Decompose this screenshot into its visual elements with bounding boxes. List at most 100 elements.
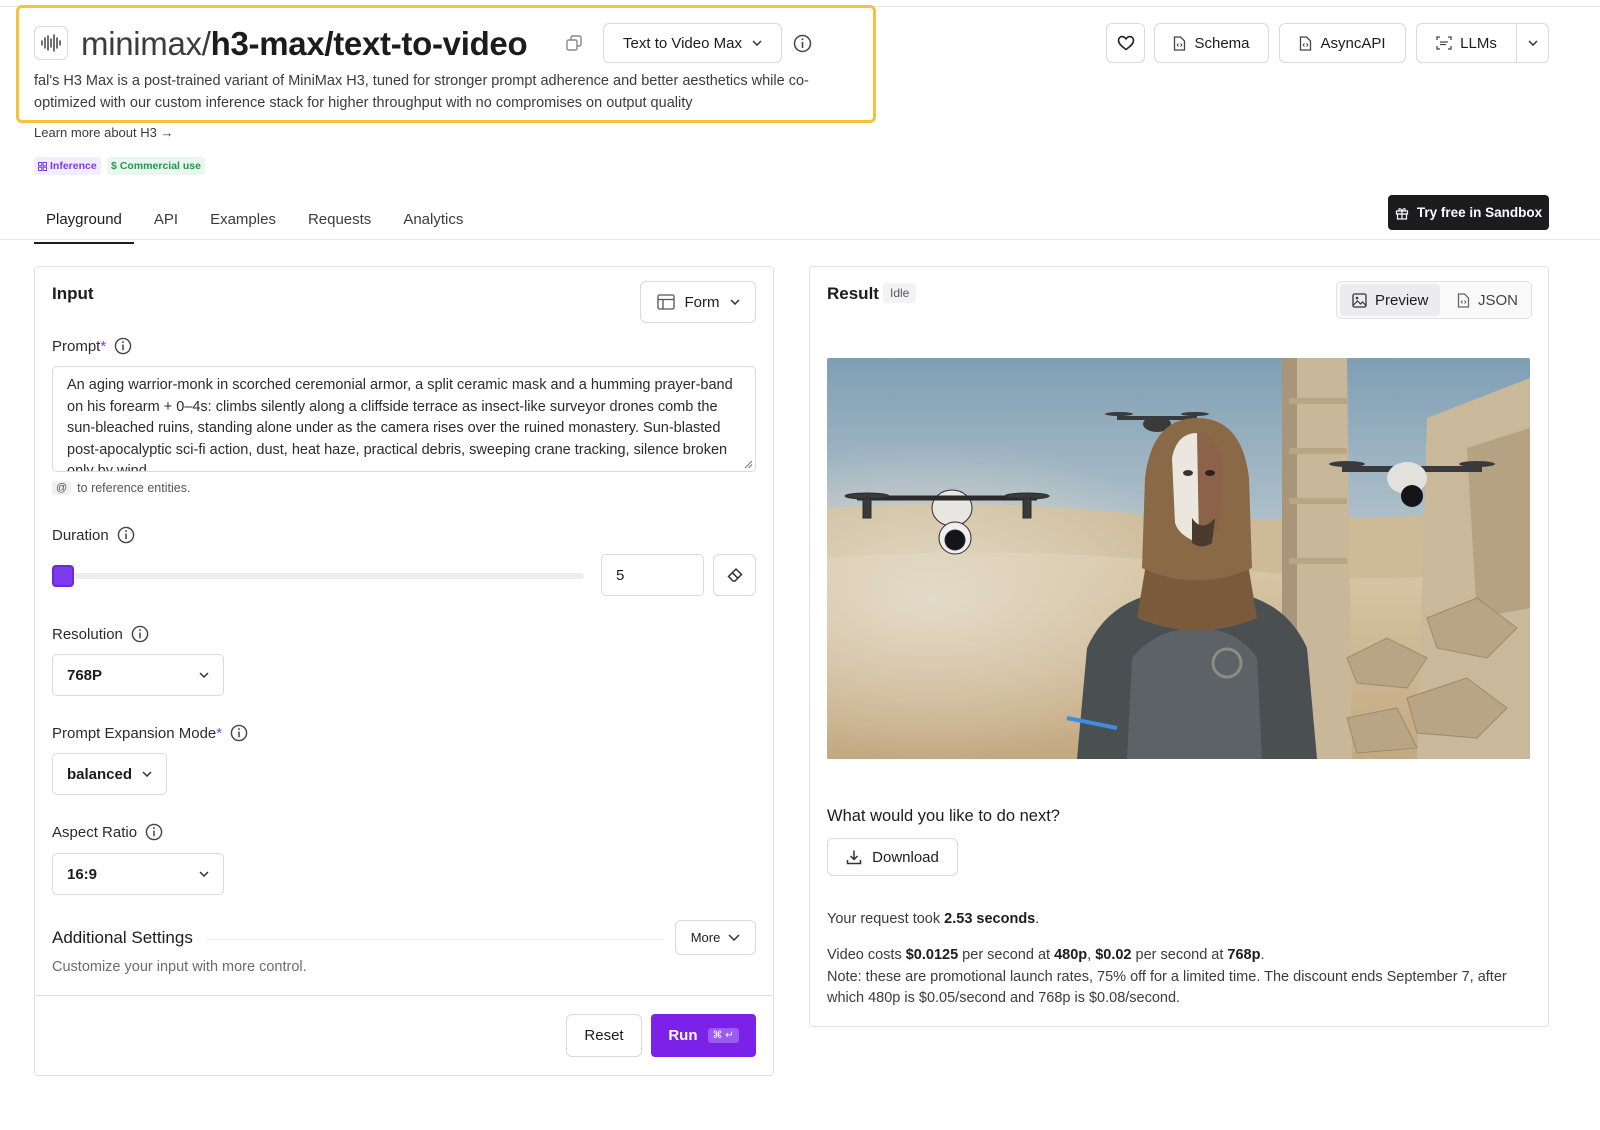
chevron-down-icon: [1527, 40, 1538, 46]
aspect-ratio-label-text: Aspect Ratio: [52, 823, 138, 841]
tab-playground[interactable]: Playground: [34, 200, 134, 244]
pricing-text: Video costs: [827, 947, 906, 963]
chevron-down-icon: [729, 299, 740, 305]
chevron-down-icon: [142, 771, 152, 777]
preview-tab[interactable]: Preview: [1340, 284, 1441, 316]
additional-settings-hint: Customize your input with more control.: [52, 959, 307, 975]
pricing-text: per second at: [1131, 947, 1228, 963]
resolution-label-text: Resolution: [52, 625, 123, 643]
duration-slider-thumb[interactable]: [52, 565, 74, 587]
aspect-ratio-select[interactable]: 16:9: [52, 853, 224, 895]
resolution-480p: 480p: [1054, 947, 1088, 963]
request-duration-prefix: Your request took: [827, 911, 945, 927]
run-shortcut: ⌘ ↵: [707, 1028, 739, 1043]
tab-analytics[interactable]: Analytics: [391, 200, 475, 244]
info-icon[interactable]: [793, 34, 812, 53]
chevron-down-icon: [199, 871, 209, 877]
info-icon[interactable]: [114, 337, 132, 355]
variant-label: Text to Video Max: [623, 34, 742, 52]
llms-label: LLMs: [1460, 34, 1497, 52]
desert-warrior-scene-image: [827, 358, 1530, 759]
download-button[interactable]: Download: [827, 838, 958, 876]
reset-button[interactable]: Reset: [566, 1014, 642, 1057]
duration-label-text: Duration: [52, 526, 109, 544]
status-badge: Idle: [883, 283, 917, 303]
eraser-icon: [726, 567, 743, 582]
info-icon[interactable]: [131, 625, 149, 643]
pricing-info: Video costs $0.0125 per second at 480p, …: [827, 945, 1539, 1010]
input-title: Input: [52, 284, 94, 303]
expansion-label-text: Prompt Expansion Mode: [52, 724, 217, 742]
pricing-line: Video costs $0.0125 per second at 480p, …: [827, 945, 1539, 967]
pricing-note: Note: these are promotional launch rates…: [827, 968, 1507, 1007]
resize-handle-icon[interactable]: [744, 460, 753, 469]
title-model: h3-max/text-to-video: [210, 25, 528, 62]
result-video-preview[interactable]: [827, 358, 1530, 759]
info-icon[interactable]: [230, 724, 248, 742]
copy-icon[interactable]: [565, 34, 583, 52]
additional-settings-divider: [205, 939, 665, 940]
download-label: Download: [872, 848, 939, 866]
required-marker: *: [216, 724, 223, 742]
gift-icon: [1395, 207, 1408, 220]
title-owner: minimax/: [81, 25, 211, 62]
waveform-icon: [41, 34, 61, 52]
json-label: JSON: [1478, 291, 1519, 309]
resolution-select[interactable]: 768P: [52, 654, 224, 696]
expansion-mode-value: balanced: [67, 765, 133, 783]
run-button[interactable]: Run ⌘ ↵: [651, 1014, 756, 1057]
price-768p: $0.02: [1095, 947, 1132, 963]
heart-icon: [1117, 35, 1134, 51]
dollar-icon: $: [111, 160, 117, 172]
input-footer-divider: [35, 995, 773, 996]
duration-label: Duration: [52, 526, 135, 544]
aspect-ratio-label: Aspect Ratio: [52, 823, 163, 841]
asyncapi-label: AsyncAPI: [1320, 34, 1386, 52]
clear-duration-button[interactable]: [713, 554, 756, 596]
info-icon[interactable]: [117, 526, 135, 544]
image-icon: [1352, 292, 1367, 308]
variant-dropdown[interactable]: Text to Video Max: [603, 23, 782, 63]
prompt-label-text: Prompt: [52, 337, 101, 355]
prompt-textarea[interactable]: An aging warrior-monk in scorched ceremo…: [52, 366, 756, 472]
schema-button[interactable]: Schema: [1154, 23, 1269, 63]
pricing-text: ,: [1087, 947, 1096, 963]
info-icon[interactable]: [145, 823, 163, 841]
tab-divider: [0, 239, 1600, 240]
try-sandbox-button[interactable]: Try free in Sandbox: [1388, 195, 1549, 230]
favorite-button[interactable]: [1106, 23, 1145, 63]
badge-commercial-use: $ Commercial use: [107, 157, 205, 175]
request-duration-value: 2.53 seconds: [944, 911, 1036, 927]
more-settings-button[interactable]: More: [675, 920, 756, 955]
expansion-mode-select[interactable]: balanced: [52, 753, 167, 795]
tab-requests[interactable]: Requests: [296, 200, 383, 244]
reference-hint-text: to reference entities.: [77, 481, 191, 495]
more-label: More: [690, 930, 721, 945]
layout-icon: [656, 294, 675, 310]
preview-label: Preview: [1375, 291, 1429, 309]
tab-examples[interactable]: Examples: [198, 200, 288, 244]
form-mode-dropdown[interactable]: Form: [640, 281, 756, 323]
llms-button[interactable]: LLMs: [1416, 23, 1517, 63]
model-logo: [34, 26, 68, 60]
tab-bar: Playground API Examples Requests Analyti…: [34, 200, 475, 244]
duration-input[interactable]: 5: [601, 554, 704, 596]
asyncapi-button[interactable]: AsyncAPI: [1279, 23, 1406, 63]
result-title: Result: [827, 284, 879, 303]
json-tab[interactable]: JSON: [1445, 284, 1530, 316]
reference-hint: @ to reference entities.: [52, 481, 190, 495]
llms-dropdown-button[interactable]: [1516, 23, 1549, 63]
document-icon: [1174, 35, 1186, 51]
request-duration-suffix: .: [1035, 911, 1040, 927]
grid-icon: [38, 161, 47, 171]
chevron-down-icon: [728, 934, 740, 941]
form-mode-label: Form: [684, 293, 720, 311]
learn-more-link[interactable]: Learn more about H3 →: [34, 125, 173, 140]
page-title: minimax/h3-max/text-to-video: [81, 22, 528, 66]
tab-api[interactable]: API: [142, 200, 190, 244]
duration-slider-track[interactable]: [62, 573, 584, 579]
model-description: fal's H3 Max is a post-trained variant o…: [34, 73, 809, 111]
chevron-down-icon: [752, 40, 762, 46]
chevron-down-icon: [199, 672, 209, 678]
badge-commercial-label: Commercial use: [119, 160, 201, 172]
